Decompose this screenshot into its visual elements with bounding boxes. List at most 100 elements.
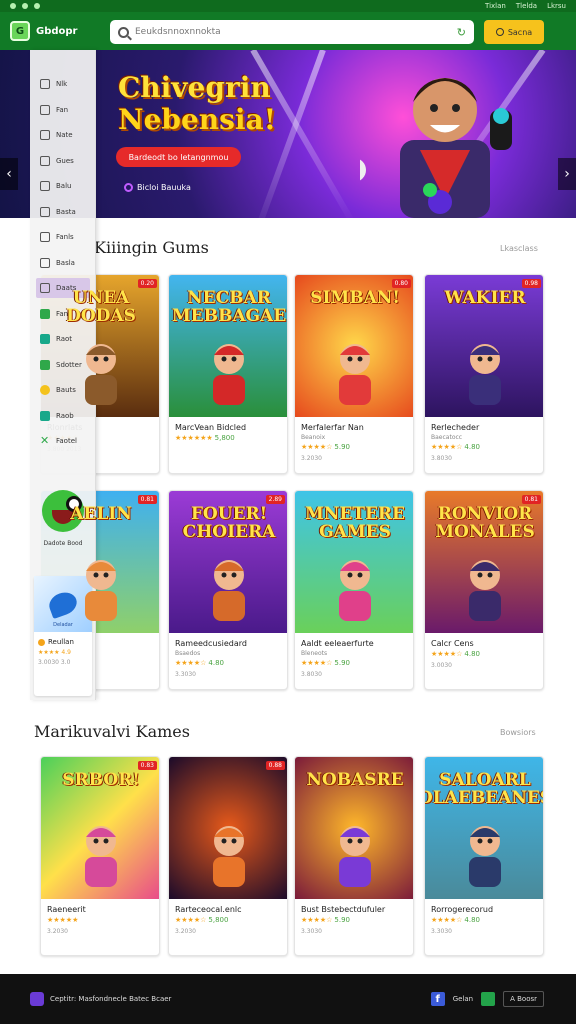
search-bar[interactable]: Eeukdsnnoxnnokta ↻ xyxy=(110,20,474,44)
sidebar-item[interactable]: Nlk xyxy=(36,74,90,94)
sidebar-item-label: Raot xyxy=(56,335,73,343)
menu-icon xyxy=(40,257,50,268)
menu-icon xyxy=(40,232,50,242)
menu-icon xyxy=(40,410,50,421)
menu-icon xyxy=(40,155,50,166)
game-title: Calcr Cens xyxy=(431,639,474,648)
dot-icon xyxy=(22,3,28,9)
game-character-image xyxy=(339,344,371,405)
game-card[interactable]: RONVIOR MONALES 0.81 Calcr Cens ★★★★☆ 4.8… xyxy=(424,490,544,690)
game-card[interactable]: WAKIER 0.98 Rerlecheder Baecatocc ★★★★☆ 4… xyxy=(424,274,544,474)
game-rating: ★★★★☆ 5.90 xyxy=(301,443,407,451)
carousel-next-button[interactable]: › xyxy=(558,158,576,190)
game-thumbnail: MNETERE GAMES xyxy=(295,491,413,633)
game-character-image xyxy=(469,560,501,621)
price-badge: 0.80 xyxy=(391,279,411,288)
star-icons: ★★★★★★ xyxy=(175,434,213,442)
game-card[interactable]: MNETERE GAMES Aaldt eeleaerfurte Bleneot… xyxy=(294,490,414,690)
hero-character-image xyxy=(360,78,512,218)
game-logo-text: SALOARL OLAEBEANES xyxy=(425,770,543,808)
carousel-prev-button[interactable]: ‹ xyxy=(0,158,18,190)
sidebar-item[interactable]: ✕ Faotel xyxy=(36,431,90,451)
promo-image-label: Deladar xyxy=(53,622,73,628)
section-see-all-link[interactable]: Lkasclass xyxy=(500,244,538,253)
refresh-icon[interactable]: ↻ xyxy=(457,26,466,39)
promo-name-label: Reullan xyxy=(48,638,74,646)
sidebar-item[interactable]: Basla xyxy=(36,253,90,273)
game-title: Aaldt eeleaerfurte xyxy=(301,639,374,648)
section-see-all-link[interactable]: Bowsiors xyxy=(500,728,536,737)
game-info: Aaldt eeleaerfurte Bleneots ★★★★☆ 5.90 3.… xyxy=(295,633,413,689)
footer-label: Gelan xyxy=(452,995,474,1003)
sidebar-item[interactable]: Nate xyxy=(36,125,90,145)
game-card[interactable]: SIMBAN! 0.80 Merfalerfar Nan Beanoix ★★★… xyxy=(294,274,414,474)
sidebar-item[interactable]: Fan xyxy=(36,100,90,120)
game-rating: ★★★★★ xyxy=(47,916,153,924)
game-title: Bust Bstebectdufuler xyxy=(301,905,386,914)
search-button-label: Sacna xyxy=(507,27,533,37)
game-thumbnail: WAKIER 0.98 xyxy=(425,275,543,417)
sidebar-item[interactable]: Gues xyxy=(36,151,90,171)
star-icons: ★★★★☆ xyxy=(431,650,463,658)
rating-value: 4.80 xyxy=(464,650,480,658)
game-character-image xyxy=(339,560,371,621)
facebook-icon[interactable]: f xyxy=(430,992,445,1006)
price-badge: 0.83 xyxy=(137,761,157,770)
footer-button[interactable]: A Boosr xyxy=(503,991,544,1007)
top-link[interactable]: Tlelda xyxy=(516,2,537,10)
menu-icon xyxy=(40,104,50,115)
game-card[interactable]: NOBASRE Bust Bstebectdufuler ★★★★☆ 5.90 3… xyxy=(294,756,414,956)
top-link[interactable]: Tixlan xyxy=(485,2,506,10)
logo-text: Gbdopr xyxy=(36,25,78,37)
game-subtitle: Bleneots xyxy=(301,650,328,657)
site-header: G Gbdopr Eeukdsnnoxnnokta ↻ Sacna xyxy=(0,12,576,50)
sidebar-item-label: Gues xyxy=(56,156,74,165)
game-character-image xyxy=(339,826,371,887)
footer-copyright: Ceptitr: Masfondnecle Batec Bcaer xyxy=(50,995,172,1003)
game-card[interactable]: SRBOR! 0.83 Raeneerit ★★★★★ 3.2030 xyxy=(40,756,160,956)
game-logo-text: UNEA DODAS xyxy=(66,288,136,326)
coin-icon xyxy=(38,638,45,646)
sidebar-item[interactable]: Balu xyxy=(36,176,90,196)
game-character-image xyxy=(85,826,117,887)
menu-icon xyxy=(40,79,50,89)
section-title: Marikuvalvi Kames xyxy=(34,722,190,741)
game-card[interactable]: 0.88 Rarteceocal.enlc ★★★★☆ 5,800 3.2030 xyxy=(168,756,288,956)
game-thumbnail: SIMBAN! 0.80 xyxy=(295,275,413,417)
rating-value: 4.80 xyxy=(208,659,224,667)
game-card[interactable]: FOUER! CHOIERA 2.89 Rameedcusiedard Bsae… xyxy=(168,490,288,690)
hero-sub-label: Bicloi Bauuka xyxy=(137,183,191,192)
price-badge: 2.89 xyxy=(265,495,285,504)
game-subtitle: Beanoix xyxy=(301,434,326,441)
site-footer: Ceptitr: Masfondnecle Batec Bcaer f Gela… xyxy=(0,974,576,1024)
star-icons: ★★★★☆ xyxy=(301,659,333,667)
sidebar-item-label: Nate xyxy=(56,131,73,139)
game-thumbnail: FOUER! CHOIERA 2.89 xyxy=(169,491,287,633)
game-title: MarcVean Bidcled xyxy=(175,423,247,432)
game-meta: 3.8030 xyxy=(431,455,452,462)
game-subtitle: Bsaedos xyxy=(175,650,201,657)
game-card[interactable]: SALOARL OLAEBEANES Rorrogerecorud ★★★★☆4… xyxy=(424,756,544,956)
game-card[interactable]: NECBAR MEBBAGAE MarcVean Bidcled ★★★★★★ 5… xyxy=(168,274,288,474)
sidebar-item[interactable]: Fanls xyxy=(36,227,90,247)
menu-icon: ✕ xyxy=(40,434,50,447)
star-icons: ★★★★☆ xyxy=(175,916,207,924)
hero-cta-button[interactable]: Bardeodt bo letangnmou xyxy=(116,147,241,167)
top-link[interactable]: Lkrsu xyxy=(547,2,566,10)
game-thumbnail: SALOARL OLAEBEANES xyxy=(425,757,543,899)
search-button[interactable]: Sacna xyxy=(484,20,544,44)
game-logo-text: MNETERE GAMES xyxy=(304,504,405,542)
search-input[interactable]: Eeukdsnnoxnnokta xyxy=(135,27,451,37)
sidebar-item-label: Raob xyxy=(56,411,74,420)
site-logo[interactable]: G Gbdopr xyxy=(10,21,100,41)
menu-icon xyxy=(40,385,50,395)
price-badge: 0.20 xyxy=(137,279,157,288)
price-badge: 0.81 xyxy=(521,495,541,504)
game-rating: ★★★★☆ 5.90 xyxy=(301,916,407,924)
play-store-icon[interactable] xyxy=(481,992,496,1006)
game-meta: 3.2030 xyxy=(175,928,196,935)
section-title: Kiiingin Gums xyxy=(94,238,209,257)
sidebar-item[interactable]: Basta xyxy=(36,202,90,222)
menu-icon xyxy=(40,334,50,344)
window-dots xyxy=(10,3,40,9)
